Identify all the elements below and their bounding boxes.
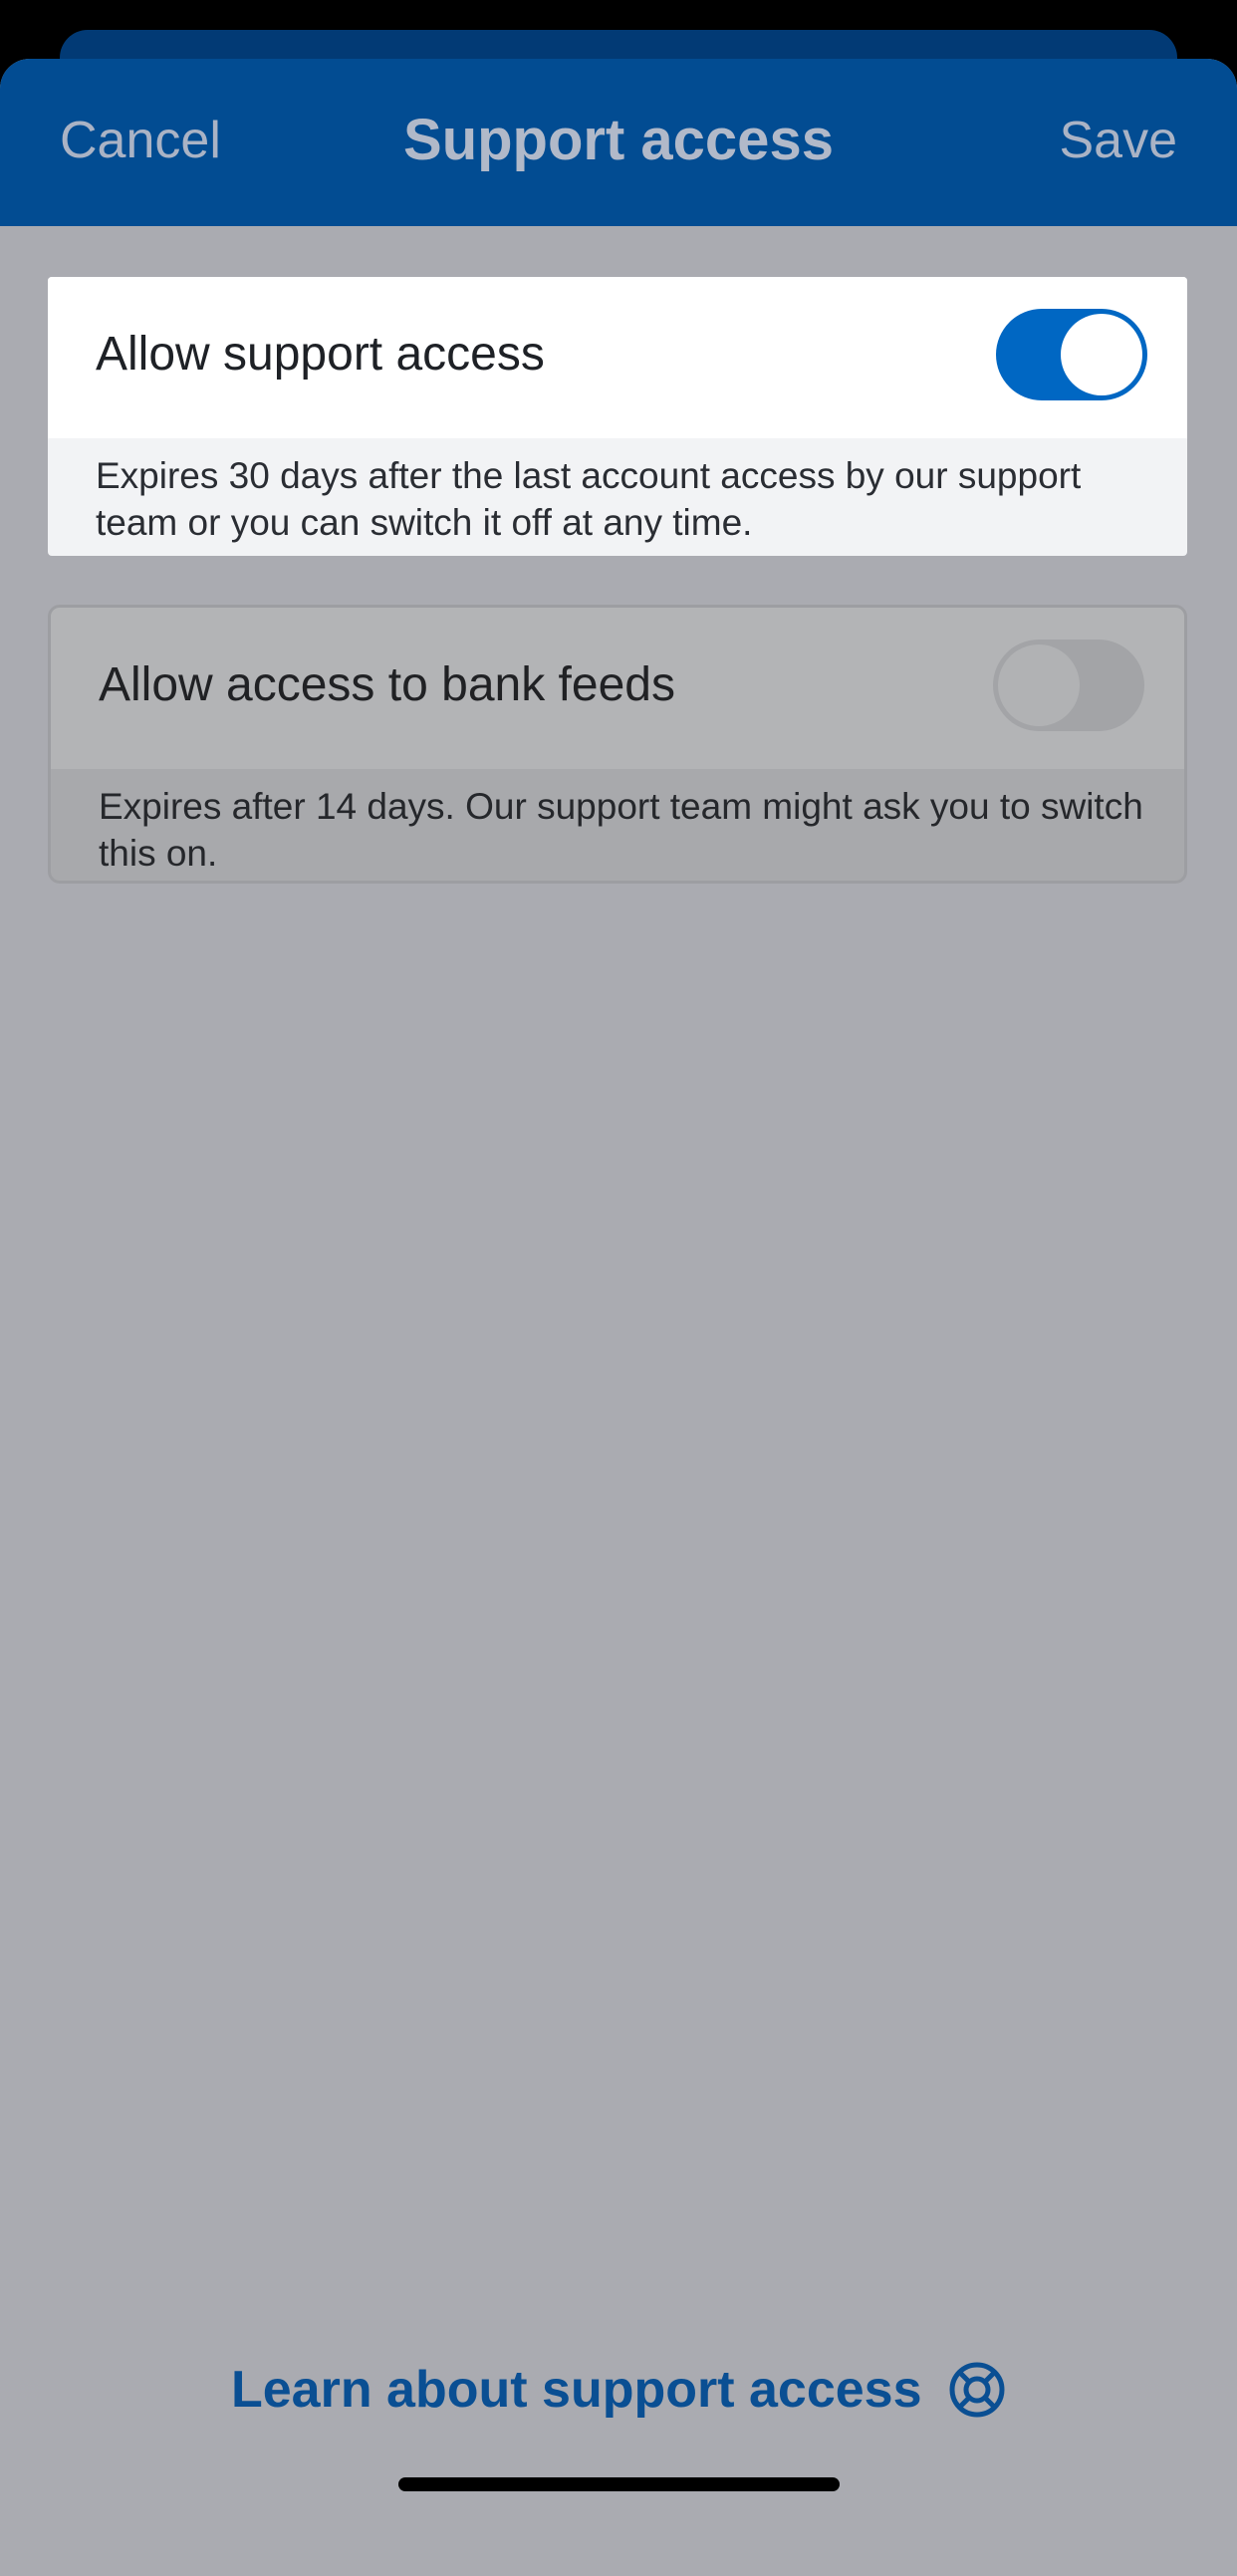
lifebuoy-icon bbox=[949, 2362, 1005, 2418]
support-access-card: Allow support access Expires 30 days aft… bbox=[48, 277, 1187, 556]
navigation-bar: Cancel Support access Save bbox=[0, 59, 1237, 226]
support-access-row: Allow support access bbox=[48, 277, 1187, 438]
support-access-label: Allow support access bbox=[96, 328, 545, 381]
toggle-knob bbox=[998, 644, 1080, 726]
toggle-knob bbox=[1061, 314, 1142, 395]
learn-about-support-access-link[interactable]: Learn about support access bbox=[0, 2360, 1237, 2420]
bank-feeds-card: Allow access to bank feeds Expires after… bbox=[48, 605, 1187, 884]
bank-feeds-description: Expires after 14 days. Our support team … bbox=[99, 786, 1143, 874]
support-access-description: Expires 30 days after the last account a… bbox=[96, 455, 1082, 543]
learn-link-label: Learn about support access bbox=[231, 2361, 922, 2419]
page-title: Support access bbox=[403, 108, 834, 172]
save-button[interactable]: Save bbox=[1059, 111, 1177, 170]
bank-feeds-toggle[interactable] bbox=[993, 640, 1144, 731]
support-access-modal: Cancel Support access Save Allow support… bbox=[0, 59, 1237, 2576]
support-access-toggle[interactable] bbox=[996, 309, 1147, 400]
bank-feeds-row: Allow access to bank feeds bbox=[51, 608, 1184, 769]
bank-feeds-label: Allow access to bank feeds bbox=[99, 658, 675, 711]
home-indicator bbox=[398, 2477, 840, 2491]
